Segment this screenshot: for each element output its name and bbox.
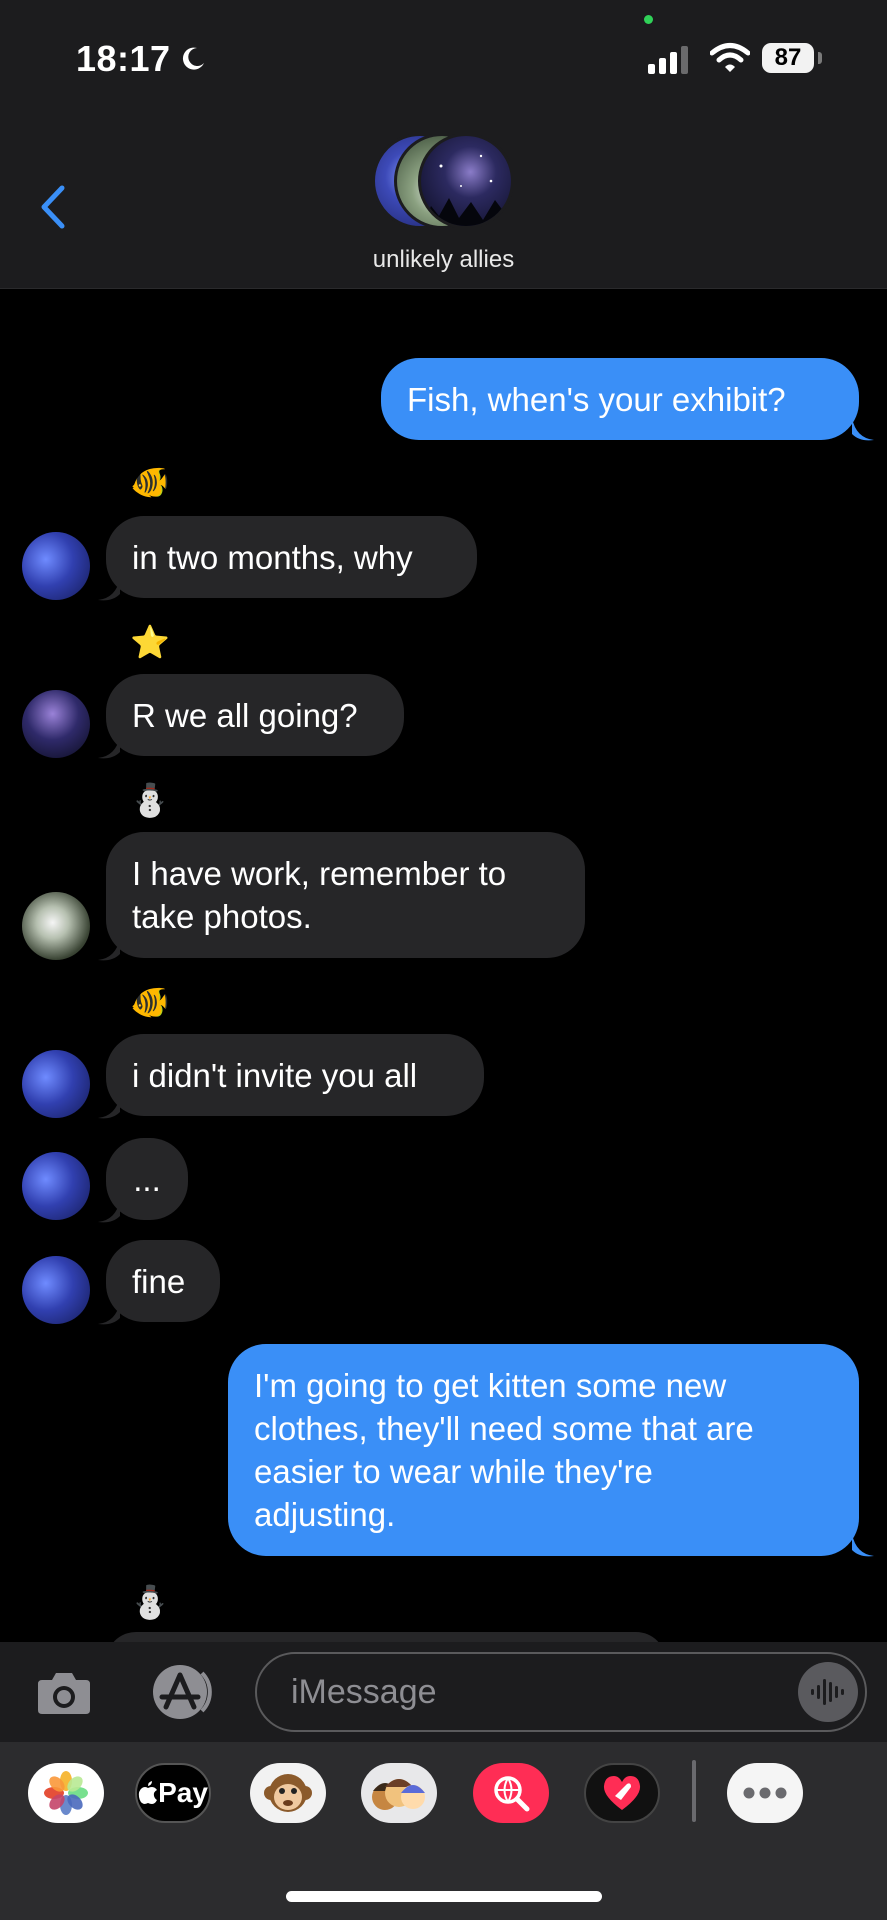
message-text: Fish, when's your exhibit? bbox=[407, 380, 786, 418]
imessage-placeholder: iMessage bbox=[291, 1672, 437, 1711]
bubble-tail bbox=[98, 736, 120, 759]
bubble-tail bbox=[852, 1534, 874, 1557]
battery-level: 87 bbox=[774, 44, 802, 71]
sender-emoji-fish: 🐠 bbox=[130, 463, 170, 501]
home-indicator[interactable] bbox=[286, 1891, 602, 1902]
imessage-input[interactable]: iMessage bbox=[255, 1652, 867, 1732]
apple-pay-button[interactable]: Pay bbox=[135, 1763, 211, 1823]
image-search-button[interactable] bbox=[473, 1763, 549, 1823]
message-text: i didn't invite you all bbox=[132, 1056, 418, 1094]
tray-divider bbox=[692, 1760, 696, 1822]
avatar-star[interactable] bbox=[22, 690, 90, 758]
message-text-line: clothes, they'll need some that are bbox=[254, 1410, 754, 1447]
message-text-line: I'm going to get kitten some new bbox=[254, 1367, 727, 1404]
group-avatar-stack[interactable] bbox=[372, 133, 514, 231]
message-bubble-incoming[interactable]: R we all going? bbox=[106, 674, 404, 756]
message-text-line: easier to wear while they're bbox=[254, 1453, 653, 1490]
battery-nub bbox=[818, 52, 822, 64]
group-member-avatar bbox=[418, 133, 514, 229]
message-bubble-outgoing[interactable]: Fish, when's your exhibit? bbox=[381, 358, 859, 440]
bubble-tail bbox=[852, 418, 874, 441]
message-text-line: take photos. bbox=[132, 898, 312, 935]
monkey-face-icon bbox=[264, 1774, 312, 1812]
message-text: R we all going? bbox=[132, 696, 358, 734]
ellipsis-icon bbox=[743, 1787, 787, 1799]
message-text: in two months, why bbox=[132, 538, 413, 576]
sender-emoji-fish: 🐠 bbox=[130, 983, 170, 1021]
message-bubble-incoming[interactable]: fine bbox=[106, 1240, 220, 1322]
bubble-tail bbox=[98, 938, 120, 961]
globe-search-icon bbox=[494, 1776, 530, 1812]
message-text: fine bbox=[132, 1262, 186, 1300]
audio-message-button[interactable] bbox=[798, 1662, 858, 1722]
message-bubble-incoming[interactable]: i didn't invite you all bbox=[106, 1034, 484, 1116]
sender-emoji-snowman: ⛄ bbox=[130, 781, 170, 819]
message-bubble-outgoing[interactable]: I'm going to get kitten some new clothes… bbox=[228, 1344, 859, 1556]
avatar-fish[interactable] bbox=[22, 1050, 90, 1118]
message-bubble-incoming[interactable]: I have work, remember to take photos. bbox=[106, 832, 585, 958]
photos-app-button[interactable] bbox=[28, 1763, 104, 1823]
message-bubble-incoming[interactable]: in two months, why bbox=[106, 516, 477, 598]
photos-flower-icon bbox=[44, 1771, 88, 1815]
back-chevron-icon[interactable] bbox=[36, 182, 70, 232]
memoji-stickers-button[interactable] bbox=[361, 1763, 437, 1823]
status-time: 18:17 bbox=[76, 38, 207, 80]
avatar-fish[interactable] bbox=[22, 1152, 90, 1220]
message-text-line: adjusting. bbox=[254, 1496, 396, 1533]
message-text-line: I have work, remember to bbox=[132, 855, 507, 892]
status-time-text: 18:17 bbox=[76, 38, 171, 79]
animoji-button[interactable] bbox=[250, 1763, 326, 1823]
sender-emoji-snowman: ⛄ bbox=[130, 1583, 170, 1621]
bubble-tail bbox=[98, 578, 120, 601]
digital-touch-button[interactable] bbox=[584, 1763, 660, 1823]
avatar-fish[interactable] bbox=[22, 532, 90, 600]
heart-icon bbox=[603, 1776, 641, 1810]
night-sky-image bbox=[423, 154, 511, 226]
memoji-faces-icon bbox=[372, 1779, 425, 1810]
wifi-icon bbox=[710, 43, 750, 72]
message-text: ... bbox=[133, 1160, 161, 1198]
apple-logo-icon bbox=[138, 1781, 158, 1804]
camera-icon[interactable] bbox=[36, 1668, 92, 1716]
app-store-icon[interactable] bbox=[144, 1663, 216, 1721]
apple-pay-label: Pay bbox=[158, 1777, 208, 1808]
bubble-tail bbox=[98, 1096, 120, 1119]
avatar-snowman[interactable] bbox=[22, 892, 90, 960]
focus-moon-icon bbox=[182, 47, 204, 70]
bubble-tail bbox=[98, 1200, 120, 1223]
conversation-name[interactable]: unlikely allies bbox=[0, 246, 887, 274]
more-apps-button[interactable] bbox=[727, 1763, 803, 1823]
waveform-icon bbox=[811, 1679, 844, 1705]
avatar-fish[interactable] bbox=[22, 1256, 90, 1324]
sender-emoji-star: ⭐ bbox=[130, 623, 170, 661]
cellular-signal-icon bbox=[648, 46, 688, 74]
camera-in-use-indicator bbox=[644, 15, 653, 24]
bubble-tail bbox=[98, 1302, 120, 1325]
battery-indicator: 87 bbox=[762, 43, 814, 73]
